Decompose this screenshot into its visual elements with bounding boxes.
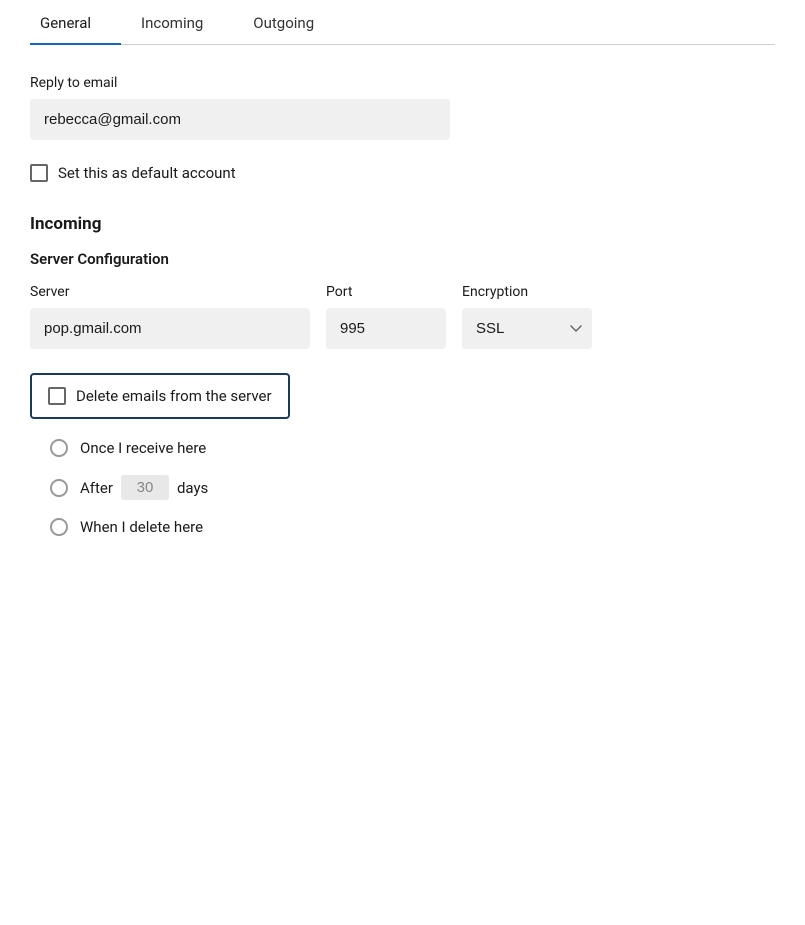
radio-once-label: Once I receive here — [80, 439, 206, 457]
radio-when-label: When I delete here — [80, 518, 203, 536]
days-input[interactable] — [121, 475, 169, 500]
radio-when[interactable] — [50, 518, 68, 536]
delete-options-list: Once I receive here After days When I de… — [30, 439, 775, 536]
tabs-bar: General Incoming Outgoing — [30, 0, 775, 45]
tab-outgoing[interactable]: Outgoing — [243, 0, 344, 44]
radio-after[interactable] — [50, 479, 68, 497]
default-account-row: Set this as default account — [30, 164, 775, 182]
delete-emails-section[interactable]: Delete emails from the server — [30, 373, 290, 419]
radio-after-label: After days — [80, 475, 208, 500]
reply-to-email-label: Reply to email — [30, 75, 775, 91]
default-account-checkbox[interactable] — [30, 164, 48, 182]
server-label: Server — [30, 284, 310, 300]
encryption-label: Encryption — [462, 284, 592, 300]
radio-once-row: Once I receive here — [50, 439, 775, 457]
server-input[interactable] — [30, 308, 310, 349]
incoming-heading: Incoming — [30, 214, 775, 234]
port-col: Port — [326, 284, 446, 349]
radio-once[interactable] — [50, 439, 68, 457]
port-input[interactable] — [326, 308, 446, 349]
tab-incoming[interactable]: Incoming — [131, 0, 233, 44]
reply-to-email-section: Reply to email — [30, 75, 775, 140]
server-config-heading: Server Configuration — [30, 250, 775, 268]
reply-to-email-input[interactable] — [30, 99, 450, 140]
encryption-select[interactable]: SSL TLS None — [462, 308, 592, 349]
server-col: Server — [30, 284, 310, 349]
port-label: Port — [326, 284, 446, 300]
delete-emails-checkbox[interactable] — [48, 387, 66, 405]
server-config-row: Server Port Encryption SSL TLS None — [30, 284, 775, 349]
tab-general[interactable]: General — [30, 0, 121, 44]
radio-after-row: After days — [50, 475, 775, 500]
settings-container: General Incoming Outgoing Reply to email… — [0, 0, 805, 576]
default-account-label: Set this as default account — [58, 164, 236, 182]
delete-emails-label: Delete emails from the server — [76, 387, 272, 405]
radio-when-row: When I delete here — [50, 518, 775, 536]
encryption-col: Encryption SSL TLS None — [462, 284, 592, 349]
